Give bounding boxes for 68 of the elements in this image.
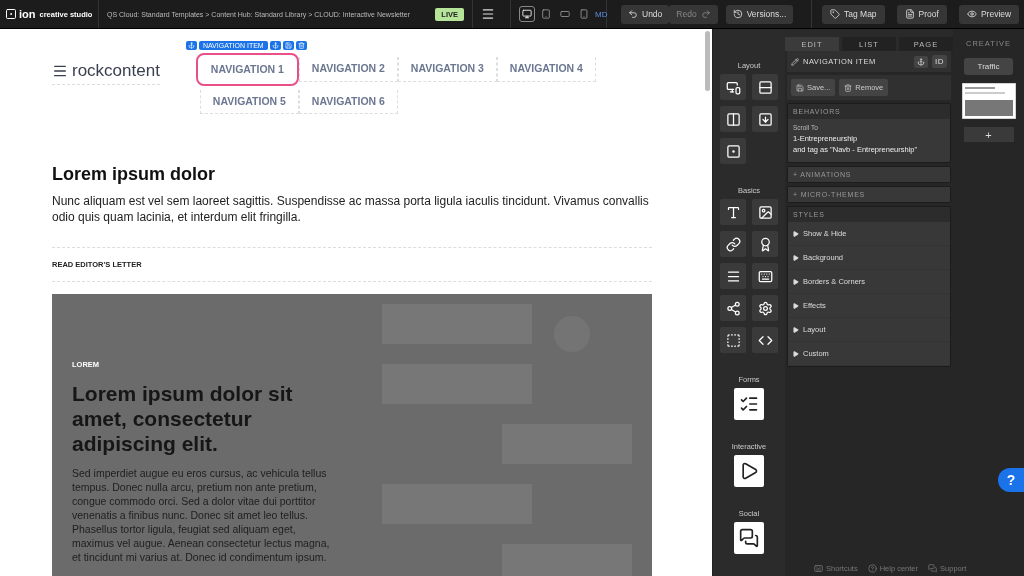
expand-icon — [793, 278, 799, 285]
device-icon[interactable] — [720, 74, 746, 100]
tag-icon — [830, 9, 840, 19]
chat-icon[interactable] — [734, 522, 764, 554]
desktop-device-button[interactable] — [519, 6, 535, 22]
page-thumbnail[interactable] — [961, 83, 1016, 119]
preview-button[interactable]: Preview — [958, 4, 1020, 24]
undo-button[interactable]: Undo — [621, 4, 670, 24]
tag-button[interactable]: Tag Map — [822, 4, 885, 24]
traffic-tab[interactable]: Traffic — [963, 58, 1014, 75]
text-icon[interactable] — [720, 199, 746, 225]
logo-icon — [5, 8, 17, 20]
form-icon[interactable] — [734, 388, 764, 420]
expand-icon — [793, 350, 799, 357]
code-icon[interactable] — [752, 327, 778, 353]
desktop-icon — [522, 9, 532, 19]
navigation-item[interactable]: NAVIGATION 1 — [195, 53, 299, 86]
list-icon[interactable] — [720, 263, 746, 289]
link-icon[interactable] — [720, 231, 746, 257]
help-icon — [867, 563, 877, 573]
video-icon[interactable] — [734, 455, 764, 487]
id-button[interactable]: ID — [932, 55, 947, 68]
add-button[interactable]: + — [963, 127, 1014, 142]
app-logo: ion — [5, 8, 36, 20]
phone-icon — [579, 9, 589, 19]
badge-icon[interactable] — [752, 231, 778, 257]
share-icon[interactable] — [720, 295, 746, 321]
intro-paragraph: Nunc aliquam est vel sem laoreet sagittis. Suspendisse ac massa porta ligula iaculis tincidunt. Vivamus convallis odio quis quam lacinia, et interdum elit fringilla. — [52, 193, 650, 225]
size-label: MD — [595, 9, 608, 19]
landscape-icon — [560, 9, 570, 19]
brand-logo: rockcontent — [52, 57, 160, 85]
navigation-item[interactable]: NAVIGATION 3 — [397, 57, 497, 82]
navigation-item[interactable]: NAVIGATION 2 — [298, 57, 398, 82]
versions-icon — [732, 9, 743, 19]
section-heading: Lorem ipsum dolor — [52, 164, 216, 185]
expand-icon — [793, 302, 799, 309]
chat-icon — [928, 563, 938, 573]
expand-icon — [793, 230, 799, 237]
download-icon[interactable] — [752, 106, 778, 132]
preview-icon — [966, 9, 977, 19]
expand-icon — [793, 326, 799, 333]
undo-icon — [628, 9, 638, 19]
keyboard-icon — [814, 563, 823, 573]
anchor-button[interactable] — [914, 55, 928, 68]
rows-icon[interactable] — [752, 74, 778, 100]
pencil-icon — [791, 57, 799, 66]
image-icon[interactable] — [752, 199, 778, 225]
scrollbar[interactable] — [705, 31, 710, 91]
tablet-icon — [541, 9, 551, 19]
hero-paragraph: Sed imperdiet augue eu eros cursus, ac vehicula tellus tempus. Donec nulla arcu, pretium non ante pretium, congue commodo orci. Sed a dolor vitae dui porttitor venenatis a finibus nunc. Donec sit amet leo tellus. Phasellus tortor ligula, feugiat sed aliquam eget, maximus vel augue. Aenean consectetur lectus magna, et tincidunt mi varius at. Donec id condimentum ipsum. — [72, 466, 331, 564]
help-button[interactable]: ? — [998, 468, 1024, 492]
hero-title: Lorem ipsum dolor sit amet, consectetur adipiscing elit. — [72, 381, 294, 456]
trash-icon — [844, 83, 853, 92]
proof-button[interactable]: Proof — [896, 4, 947, 24]
redo-icon — [700, 9, 711, 19]
expand-icon — [793, 254, 799, 261]
settings-icon[interactable] — [752, 295, 778, 321]
anchor-icon[interactable] — [269, 41, 281, 50]
versions-button[interactable]: Versions... — [725, 4, 794, 24]
navigation-item[interactable]: NAVIGATION 4 — [496, 57, 596, 82]
columns-icon[interactable] — [720, 106, 746, 132]
navigation-item[interactable]: NAVIGATION 5 — [199, 90, 299, 114]
save-icon[interactable] — [282, 41, 294, 50]
proof-icon — [904, 9, 915, 19]
delete-icon[interactable] — [295, 41, 307, 50]
navigation-item[interactable]: NAVIGATION 6 — [298, 90, 398, 114]
save-icon — [796, 83, 804, 92]
layout-icon[interactable] — [481, 7, 495, 21]
